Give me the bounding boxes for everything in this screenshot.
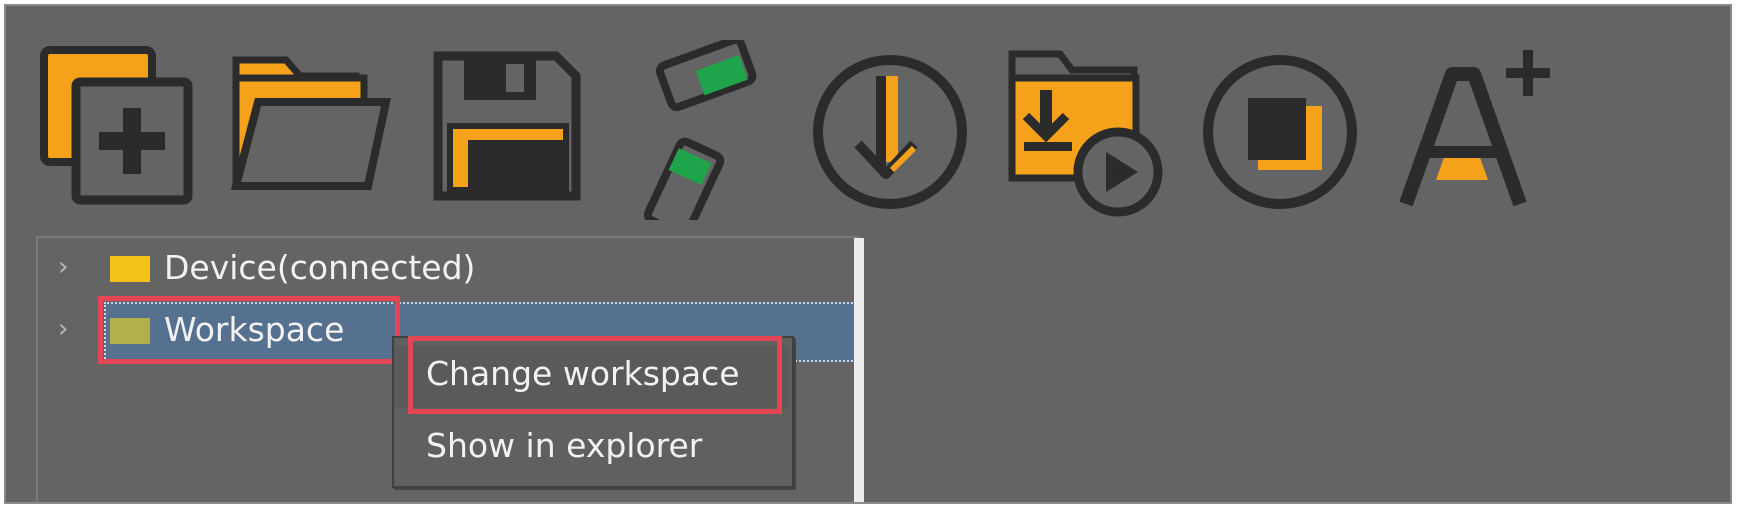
font-size-button[interactable] — [1390, 40, 1560, 220]
save-icon — [433, 51, 581, 201]
new-project-icon — [40, 46, 193, 205]
open-project-button[interactable] — [228, 40, 398, 220]
download-button[interactable] — [806, 40, 976, 220]
download-run-icon — [1008, 50, 1163, 217]
font-increase-icon — [1399, 50, 1550, 207]
open-folder-icon — [230, 56, 391, 190]
menu-item-show-in-explorer[interactable]: Show in explorer — [394, 418, 788, 480]
connect-button[interactable] — [612, 40, 782, 220]
menu-item-label: Show in explorer — [426, 426, 703, 465]
chevron-right-icon[interactable]: › — [58, 254, 78, 280]
chevron-right-icon[interactable]: › — [58, 316, 78, 342]
download-icon — [813, 55, 967, 209]
stop-icon — [1203, 55, 1357, 209]
new-project-button[interactable] — [34, 40, 204, 220]
tree-scrollbar[interactable] — [854, 238, 864, 502]
stop-button[interactable] — [1196, 40, 1366, 220]
tree-node-device[interactable]: › Device(connected) — [38, 244, 838, 292]
annotation-highlight-change-workspace — [408, 336, 782, 414]
connect-icon — [643, 40, 757, 220]
app-window: › Device(connected) › Workspace Change w… — [4, 4, 1732, 504]
annotation-highlight-workspace — [98, 296, 400, 364]
tree-node-label: Device(connected) — [164, 248, 476, 287]
download-run-button[interactable] — [1004, 40, 1174, 220]
save-button[interactable] — [428, 40, 598, 220]
folder-icon — [110, 256, 150, 282]
